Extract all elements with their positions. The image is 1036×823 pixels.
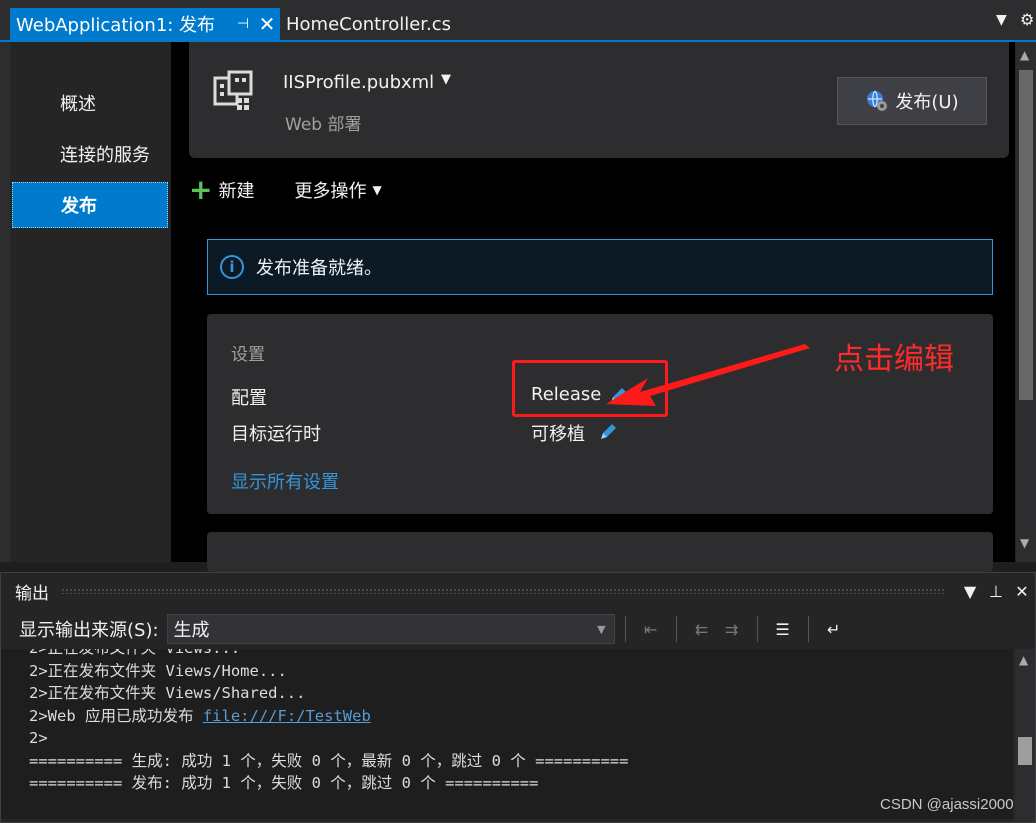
publish-content: IISProfile.pubxml ▼ Web 部署 发布(U) + 新建 更多… bbox=[171, 42, 1015, 572]
info-icon: i bbox=[220, 255, 244, 279]
ready-info-bar: i 发布准备就绪。 bbox=[207, 239, 993, 295]
plus-icon: + bbox=[189, 173, 213, 206]
publish-page: 概述 连接的服务 发布 IISProfile.pubxml ▼ Web 部署 发… bbox=[0, 42, 1036, 572]
output-line-text: 2>Web 应用已成功发布 bbox=[29, 706, 203, 725]
output-line: ========== 生成: 成功 1 个，失败 0 个，最新 0 个，跳过 0… bbox=[29, 751, 629, 770]
output-line: ========== 发布: 成功 1 个，失败 0 个，跳过 0 个 ====… bbox=[29, 774, 539, 792]
panel-grip[interactable] bbox=[61, 588, 945, 594]
go-to-message-icon[interactable]: ⇤ bbox=[636, 615, 666, 643]
pin-icon[interactable]: ⊥ bbox=[983, 582, 1009, 601]
publish-button[interactable]: 发布(U) bbox=[837, 77, 987, 125]
chevron-down-icon: ▼ bbox=[597, 622, 606, 636]
settings-title: 设置 bbox=[231, 345, 265, 365]
close-icon[interactable]: ✕ bbox=[254, 12, 280, 36]
output-title: 输出 bbox=[15, 583, 49, 604]
profile-dropdown-icon[interactable]: ▼ bbox=[441, 72, 451, 87]
page-scrollbar[interactable]: ▲ ▼ bbox=[1016, 42, 1036, 562]
panel-menu-icon[interactable]: ▼ bbox=[957, 582, 983, 601]
annotation-text: 点击编辑 bbox=[834, 342, 954, 377]
scrollbar-thumb[interactable] bbox=[1018, 737, 1032, 765]
tab-publish-label: WebApplication1: 发布 bbox=[16, 15, 216, 36]
clear-all-icon[interactable]: ☰ bbox=[768, 615, 798, 643]
new-profile-label: 新建 bbox=[218, 181, 255, 202]
tab-list-dropdown-icon[interactable]: ▼ bbox=[996, 12, 1007, 28]
output-source-label: 显示输出来源(S): bbox=[19, 620, 159, 641]
scrollbar-thumb[interactable] bbox=[1019, 70, 1033, 400]
tab-home-controller[interactable]: HomeController.cs bbox=[286, 8, 451, 40]
watermark: CSDN @ajassi2000 bbox=[880, 796, 1014, 813]
info-message: 发布准备就绪。 bbox=[256, 258, 382, 279]
target-runtime-label: 目标运行时 bbox=[231, 424, 321, 445]
gear-icon[interactable]: ⚙ bbox=[1020, 10, 1034, 29]
more-actions-button[interactable]: 更多操作 ▼ bbox=[294, 177, 381, 203]
sidebar-item-label: 发布 bbox=[61, 196, 97, 217]
profile-subtitle: Web 部署 bbox=[285, 115, 362, 135]
show-all-settings-link[interactable]: 显示所有设置 bbox=[231, 468, 339, 494]
toolbar-separator bbox=[675, 616, 677, 642]
web-deploy-icon bbox=[213, 70, 253, 110]
configuration-label: 配置 bbox=[231, 388, 267, 409]
output-toolbar: 显示输出来源(S): 生成 ▼ ⇤ ⇇ ⇉ ☰ ↵ bbox=[1, 611, 1035, 647]
output-line: 2> bbox=[29, 729, 48, 747]
tab-publish[interactable]: WebApplication1: 发布 ⊣ ✕ bbox=[10, 8, 280, 40]
toolbar-separator bbox=[624, 616, 626, 642]
close-icon[interactable]: ✕ bbox=[1009, 582, 1035, 601]
output-text[interactable]: 2>正在发布文件夹 Views... 2>正在发布文件夹 Views/Home.… bbox=[1, 649, 1013, 819]
publish-button-label: 发布(U) bbox=[895, 92, 959, 113]
sidebar-item-connected-services[interactable]: 连接的服务 bbox=[12, 131, 168, 177]
toolbar-separator bbox=[807, 616, 809, 642]
output-folder-link[interactable]: file:///F:/TestWeb bbox=[203, 707, 371, 725]
next-card bbox=[207, 532, 993, 572]
target-runtime-value: 可移植 bbox=[531, 424, 585, 445]
new-profile-button[interactable]: + 新建 bbox=[189, 176, 254, 204]
pin-icon[interactable]: ⊣ bbox=[232, 16, 254, 32]
globe-icon bbox=[867, 90, 888, 111]
scroll-down-icon[interactable]: ▼ bbox=[1020, 536, 1029, 550]
sidebar-item-publish[interactable]: 发布 bbox=[12, 182, 168, 228]
output-source-value: 生成 bbox=[173, 620, 210, 641]
publish-sidebar: 概述 连接的服务 发布 bbox=[10, 42, 170, 562]
sidebar-item-label: 连接的服务 bbox=[60, 145, 150, 166]
output-line: 2>正在发布文件夹 Views/Shared... bbox=[29, 684, 306, 702]
output-line: 2>正在发布文件夹 Views/Home... bbox=[29, 661, 287, 680]
annotation-arrow bbox=[606, 344, 810, 406]
output-source-select[interactable]: 生成 ▼ bbox=[166, 614, 615, 644]
output-scrollbar[interactable]: ▲ bbox=[1015, 649, 1035, 821]
chevron-down-icon: ▼ bbox=[372, 183, 382, 197]
output-line: 2>Web 应用已成功发布 file:///F:/TestWeb bbox=[29, 705, 1013, 728]
action-bar: + 新建 更多操作 ▼ bbox=[189, 174, 382, 206]
output-panel: 输出 ▼ ⊥ ✕ 显示输出来源(S): 生成 ▼ ⇤ ⇇ ⇉ ☰ ↵ 2>正在发… bbox=[0, 572, 1036, 823]
sidebar-item-label: 概述 bbox=[60, 94, 96, 115]
document-tab-bar: WebApplication1: 发布 ⊣ ✕ HomeController.c… bbox=[0, 0, 1036, 42]
output-line: 2>正在发布文件夹 Views... bbox=[29, 649, 1013, 660]
tab-home-controller-label: HomeController.cs bbox=[286, 13, 452, 35]
next-message-icon[interactable]: ⇉ bbox=[717, 615, 747, 643]
output-header: 输出 ▼ ⊥ ✕ bbox=[1, 573, 1035, 609]
word-wrap-icon[interactable]: ↵ bbox=[819, 615, 849, 643]
previous-message-icon[interactable]: ⇇ bbox=[687, 615, 717, 643]
scroll-up-icon[interactable]: ▲ bbox=[1020, 48, 1029, 62]
sidebar-item-overview[interactable]: 概述 bbox=[12, 80, 168, 126]
scroll-up-icon[interactable]: ▲ bbox=[1019, 653, 1028, 667]
more-actions-label: 更多操作 bbox=[294, 181, 367, 202]
profile-card: IISProfile.pubxml ▼ Web 部署 发布(U) bbox=[189, 42, 1009, 158]
profile-name[interactable]: IISProfile.pubxml bbox=[283, 72, 434, 93]
target-runtime-edit-pencil-icon[interactable] bbox=[597, 421, 619, 443]
toolbar-separator bbox=[756, 616, 758, 642]
